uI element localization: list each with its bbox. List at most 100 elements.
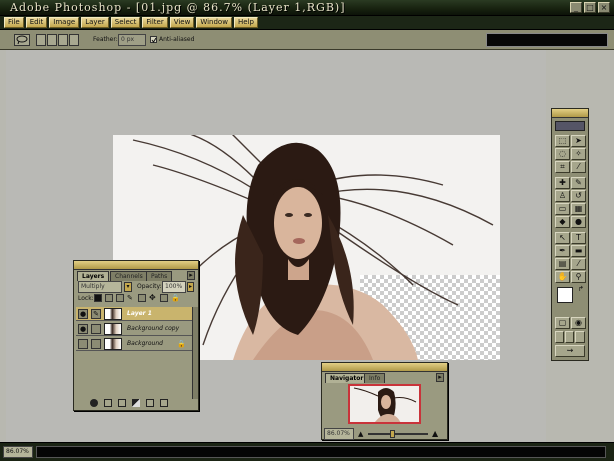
standard-mode-icon[interactable]: ▢ xyxy=(555,317,570,329)
title-bar: Adobe Photoshop - [01.jpg @ 86.7% (Layer… xyxy=(0,0,614,16)
hand-tool-icon[interactable]: ✋ xyxy=(555,271,570,283)
panel-menu-arrow-icon[interactable]: ▸ xyxy=(187,271,195,280)
lock-all-checkbox[interactable] xyxy=(160,294,168,302)
menu-help[interactable]: Help xyxy=(233,17,258,28)
tab-layers[interactable]: Layers xyxy=(77,271,110,281)
slice-tool-icon[interactable]: ⁄ xyxy=(571,161,586,173)
swap-colors-icon[interactable]: ↱ xyxy=(578,285,584,293)
close-button[interactable]: × xyxy=(598,2,610,13)
menu-view[interactable]: View xyxy=(169,17,195,28)
trash-icon[interactable] xyxy=(160,399,168,407)
menu-window[interactable]: Window xyxy=(196,17,232,28)
dodge-tool-icon[interactable]: ● xyxy=(571,216,586,228)
layer-name: Layer 1 xyxy=(127,310,152,317)
navigator-preview[interactable] xyxy=(348,384,421,424)
opacity-input[interactable]: 100% xyxy=(162,281,186,293)
lock-brush-checkbox[interactable] xyxy=(116,294,124,302)
navigator-panel-header[interactable] xyxy=(322,363,447,372)
panel-menu-arrow-icon[interactable]: ▸ xyxy=(436,373,444,382)
brush-tool-icon[interactable]: ✎ xyxy=(571,177,586,189)
maximize-button[interactable]: □ xyxy=(584,2,596,13)
notes-tool-icon[interactable]: ▤ xyxy=(555,258,570,270)
lasso-icon xyxy=(16,35,28,45)
status-zoom-field[interactable]: 86.07% xyxy=(3,446,33,458)
marquee-tool-icon[interactable]: ⬚ xyxy=(555,135,570,147)
antialiased-label: Anti-aliased xyxy=(159,36,195,43)
tab-paths[interactable]: Paths xyxy=(146,271,173,281)
layer-row-background[interactable]: Background 🔒 xyxy=(76,337,192,351)
gradient-tool-icon[interactable]: ▦ xyxy=(571,203,586,215)
lock-position-checkbox[interactable] xyxy=(138,294,146,302)
zoom-in-icon[interactable]: ▲ xyxy=(432,429,441,438)
new-layer-icon[interactable] xyxy=(146,399,154,407)
lasso-tool-preset[interactable] xyxy=(14,34,30,46)
navigator-zoom-input[interactable]: 86.07% xyxy=(324,428,354,440)
healing-brush-tool-icon[interactable]: ✚ xyxy=(555,177,570,189)
options-bar: Feather: 0 px Anti-aliased xyxy=(0,30,614,50)
eraser-tool-icon[interactable]: ▭ xyxy=(555,203,570,215)
crop-tool-icon[interactable]: ⌗ xyxy=(555,161,570,173)
adobe-logo-icon[interactable] xyxy=(555,121,585,131)
standard-screen-mode-icon[interactable] xyxy=(555,331,564,343)
brush-icon: ✎ xyxy=(127,294,133,302)
quick-mask-mode-icon[interactable]: ◉ xyxy=(571,317,586,329)
shape-tool-icon[interactable]: ▬ xyxy=(571,245,586,257)
tab-navigator[interactable]: Navigator xyxy=(325,373,369,383)
layer-row-background-copy[interactable]: ● Background copy xyxy=(76,322,192,336)
menu-file[interactable]: File xyxy=(4,17,24,28)
blur-tool-icon[interactable]: ◆ xyxy=(555,216,570,228)
lasso-tool-icon[interactable]: ◌ xyxy=(555,148,570,160)
lock-transparency-icon[interactable] xyxy=(94,294,102,302)
magic-wand-tool-icon[interactable]: ✧ xyxy=(571,148,586,160)
history-brush-tool-icon[interactable]: ↺ xyxy=(571,190,586,202)
move-tool-icon[interactable]: ➤ xyxy=(571,135,586,147)
zoom-slider-thumb[interactable] xyxy=(390,430,395,438)
link-box[interactable] xyxy=(91,339,101,349)
intersect-selection-button[interactable] xyxy=(69,34,79,46)
full-screen-menu-mode-icon[interactable] xyxy=(565,331,574,343)
layer-row-layer-1[interactable]: ● ✎ Layer 1 xyxy=(76,307,192,321)
eye-icon[interactable]: ● xyxy=(78,324,88,334)
chevron-down-icon[interactable]: ▾ xyxy=(124,282,132,292)
path-selection-tool-icon[interactable]: ↖ xyxy=(555,232,570,244)
eye-icon[interactable]: ● xyxy=(78,309,88,319)
adjustment-layer-icon[interactable] xyxy=(132,399,140,407)
zoom-tool-icon[interactable]: ⚲ xyxy=(571,271,586,283)
tab-info[interactable]: Info xyxy=(364,373,386,383)
menu-filter[interactable]: Filter xyxy=(142,17,168,28)
new-selection-button[interactable] xyxy=(36,34,46,46)
type-tool-icon[interactable]: T xyxy=(571,232,586,244)
layers-panel-header[interactable] xyxy=(74,261,198,270)
pen-tool-icon[interactable]: ✒ xyxy=(555,245,570,257)
mask-icon[interactable] xyxy=(104,399,112,407)
add-selection-button[interactable] xyxy=(47,34,57,46)
menu-edit[interactable]: Edit xyxy=(25,17,48,28)
toolbox-header[interactable] xyxy=(552,109,588,118)
zoom-slider[interactable] xyxy=(368,433,428,435)
feather-input[interactable]: 0 px xyxy=(118,34,146,46)
lock-icon: 🔒 xyxy=(171,294,180,302)
menu-image[interactable]: Image xyxy=(49,17,80,28)
blend-mode-select[interactable]: Multiply xyxy=(78,281,122,293)
subtract-selection-button[interactable] xyxy=(58,34,68,46)
layer-style-icon[interactable] xyxy=(90,399,98,407)
lock-image-checkbox[interactable] xyxy=(105,294,113,302)
clone-stamp-tool-icon[interactable]: ♙ xyxy=(555,190,570,202)
menu-select[interactable]: Select xyxy=(110,17,141,28)
visibility-box[interactable] xyxy=(78,339,88,349)
minimize-button[interactable]: _ xyxy=(570,2,582,13)
opacity-arrow-icon[interactable]: ▸ xyxy=(187,282,194,292)
link-box[interactable] xyxy=(91,324,101,334)
brush-link-icon[interactable]: ✎ xyxy=(91,309,101,319)
menu-layer[interactable]: Layer xyxy=(81,17,109,28)
lock-label: Lock: xyxy=(78,295,94,302)
set-icon[interactable] xyxy=(118,399,126,407)
antialiased-checkbox[interactable] xyxy=(150,36,157,43)
foreground-color-swatch[interactable] xyxy=(557,287,573,303)
eyedropper-tool-icon[interactable]: ⁄ xyxy=(571,258,586,270)
full-screen-mode-icon[interactable] xyxy=(575,331,585,343)
jump-to-imageready-icon[interactable]: ⇝ xyxy=(555,345,585,357)
zoom-out-icon[interactable]: ▲ xyxy=(358,430,366,438)
tab-channels[interactable]: Channels xyxy=(110,271,148,281)
layers-scrollbar[interactable] xyxy=(192,307,198,399)
